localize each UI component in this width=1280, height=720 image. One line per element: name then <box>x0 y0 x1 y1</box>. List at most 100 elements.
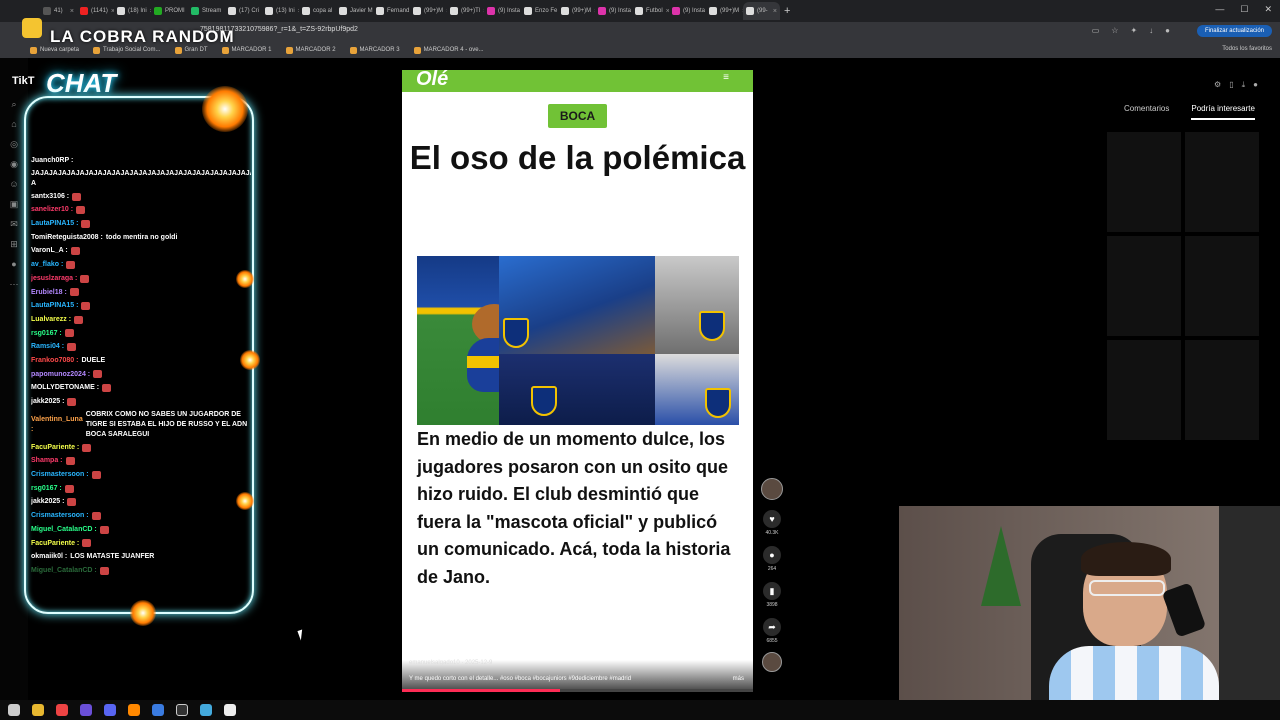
bookmark-item[interactable]: Gran DT <box>174 46 208 54</box>
tiktok-label: TikT <box>12 75 35 87</box>
tab-comments[interactable]: Comentarios <box>1124 104 1169 120</box>
chat-username: jakk2025 : <box>31 498 65 506</box>
video-frame[interactable]: Olé ≡ BOCA El oso de la polémica En medi… <box>402 70 753 692</box>
recommendation-tile[interactable] <box>1107 236 1181 336</box>
recommendation-tile[interactable] <box>1185 132 1259 232</box>
recommendation-tile[interactable] <box>1107 132 1181 232</box>
tab-close-icon[interactable]: × <box>70 8 74 15</box>
ole-logo: Olé <box>416 70 449 90</box>
close-icon[interactable]: ✕ <box>1264 4 1272 15</box>
chat-label: CHAT <box>46 68 117 98</box>
video-progress[interactable] <box>402 689 753 692</box>
downloads-icon[interactable]: ↓ <box>1149 26 1153 35</box>
profile-icon[interactable]: ● <box>1165 26 1170 35</box>
browser-tab[interactable]: Stream× <box>188 2 225 20</box>
update-button[interactable]: Finalizar actualización <box>1196 25 1272 37</box>
more-icon[interactable]: ⋯ <box>8 278 20 290</box>
bookmark-icon[interactable]: ▮ <box>763 582 781 600</box>
app-icon[interactable] <box>200 704 212 716</box>
upload-icon[interactable]: ⊞ <box>8 238 20 250</box>
browser-tab[interactable]: (18) Ini× <box>114 2 151 20</box>
browser-tab[interactable]: (9) Insta× <box>595 2 632 20</box>
app-icon[interactable] <box>128 704 140 716</box>
new-tab-icon[interactable]: + <box>784 5 790 17</box>
explore-icon[interactable]: ◎ <box>8 138 20 150</box>
download-icon[interactable]: ⤓ <box>1242 80 1246 90</box>
browser-tab[interactable]: Enzo Fe× <box>521 2 558 20</box>
windows-start-icon[interactable] <box>8 704 20 716</box>
extensions-icon[interactable]: ✦ <box>1130 26 1137 35</box>
bookmark-item[interactable]: MARCADOR 1 <box>221 46 272 54</box>
share-icon[interactable]: ➦ <box>763 618 781 636</box>
christmas-tree <box>981 526 1021 606</box>
friends-icon[interactable]: ☺ <box>8 178 20 190</box>
profile-nav-icon[interactable]: ● <box>8 258 20 270</box>
bookmark-label: MARCADOR 3 <box>359 47 400 53</box>
file-explorer-icon[interactable] <box>32 704 44 716</box>
browser-icon[interactable] <box>152 704 164 716</box>
star-icon[interactable]: ☆ <box>1111 26 1118 35</box>
gift-emote-icon <box>70 247 80 256</box>
comment-icon[interactable]: ● <box>763 546 781 564</box>
browser-tab[interactable]: (1141) × <box>77 2 114 20</box>
bookmark-folder-icon <box>93 46 101 54</box>
browser-tab[interactable]: (17) Cri× <box>225 2 262 20</box>
app-icon[interactable] <box>224 704 236 716</box>
chat-username: sanelizer10 : <box>31 206 74 214</box>
browser-tab[interactable]: Futbol × <box>632 2 669 20</box>
browser-tab[interactable]: (99+)M× <box>410 2 447 20</box>
bookmark-item[interactable]: MARCADOR 3 <box>349 46 400 54</box>
bookmark-item[interactable]: MARCADOR 4 - ove... <box>413 46 484 54</box>
minimize-icon[interactable]: — <box>1215 4 1224 15</box>
creator-avatar[interactable] <box>761 478 783 500</box>
crest-icon <box>531 386 557 416</box>
browser-tab[interactable]: (13) Ini× <box>262 2 299 20</box>
tab-close-icon[interactable]: × <box>773 8 777 15</box>
all-bookmarks[interactable]: Todos los favoritos <box>1222 46 1272 52</box>
browser-tab[interactable]: (99+)M× <box>558 2 595 20</box>
chrome-icon[interactable] <box>56 704 68 716</box>
share-count: 6855 <box>766 638 778 644</box>
obs-icon[interactable] <box>176 704 188 716</box>
phone-icon[interactable]: ▯ <box>1229 80 1233 90</box>
chat-username: Miguel_CatalanCD : <box>31 525 97 533</box>
live-icon[interactable]: ▣ <box>8 198 20 210</box>
chat-username: Crismastersoon : <box>31 471 89 479</box>
bookmark-item[interactable]: MARCADOR 2 <box>285 46 336 54</box>
browser-tab[interactable]: (99+)M× <box>706 2 743 20</box>
home-icon[interactable]: ⌂ <box>8 118 20 130</box>
browser-tab[interactable]: (99- × <box>743 2 780 20</box>
recommendation-tile[interactable] <box>1185 236 1259 336</box>
app-icon[interactable] <box>80 704 92 716</box>
settings-icon[interactable]: ⚙ <box>1214 80 1221 90</box>
bookmark-item[interactable]: Trabajo Social Com... <box>93 46 161 54</box>
browser-tab[interactable]: Javier M× <box>336 2 373 20</box>
tab-might-interest[interactable]: Podría interesarte <box>1191 104 1255 120</box>
recommendation-tile[interactable] <box>1185 340 1259 440</box>
browser-tab[interactable]: copa al× <box>299 2 336 20</box>
maximize-icon[interactable]: ☐ <box>1240 4 1248 15</box>
bookmark-label: MARCADOR 4 - ove... <box>423 47 484 53</box>
browser-tab[interactable]: PROMI× <box>151 2 188 20</box>
recommendation-tile[interactable] <box>1107 340 1181 440</box>
search-icon[interactable]: ⌕ <box>8 98 20 110</box>
browser-tab[interactable]: (99+)Tl× <box>447 2 484 20</box>
following-icon[interactable]: ◉ <box>8 158 20 170</box>
like-icon[interactable]: ♥ <box>763 510 781 528</box>
browser-tab[interactable]: (9) Insta× <box>484 2 521 20</box>
browser-tab[interactable]: 41) × <box>40 2 77 20</box>
browser-tab[interactable]: (9) Insta× <box>669 2 706 20</box>
messages-icon[interactable]: ✉ <box>8 218 20 230</box>
video-author[interactable]: emanuelsalgado10 · 2025-12-9 <box>409 660 492 666</box>
more-link[interactable]: más <box>733 676 744 682</box>
tab-label: (99+)Tl <box>461 8 481 14</box>
discord-icon[interactable] <box>104 704 116 716</box>
cast-icon[interactable]: ▭ <box>1092 26 1100 35</box>
browser-tab[interactable]: Fernand× <box>373 2 410 20</box>
gift-emote-icon <box>81 302 91 311</box>
bookmark-item[interactable]: Nueva carpeta <box>30 46 79 54</box>
tab-favicon-icon <box>635 7 643 15</box>
user-avatar-icon[interactable]: ● <box>1253 80 1258 90</box>
sound-avatar[interactable] <box>762 652 782 672</box>
gift-emote-icon <box>64 329 74 338</box>
